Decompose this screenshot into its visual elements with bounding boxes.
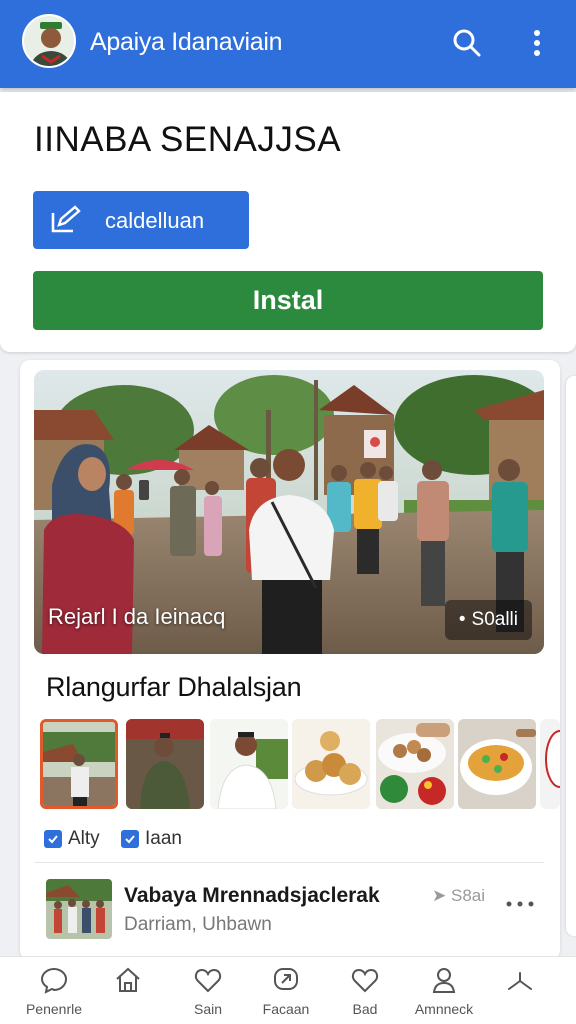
tag-item[interactable]: Alty — [44, 828, 100, 850]
thumbnail-partial[interactable] — [540, 719, 560, 809]
post-subtitle: Darriam, Uhbawn — [124, 914, 272, 935]
next-card-edge — [566, 376, 576, 936]
section-title: Rlangurfar Dhalalsjan — [46, 672, 302, 702]
nav-item-bad[interactable]: Bad — [325, 965, 405, 1023]
nav-item-chat[interactable]: Penenrle — [14, 965, 94, 1023]
thumbnail-man-white[interactable] — [210, 719, 288, 809]
post-thumbnail[interactable] — [46, 879, 112, 939]
share-arrow-icon: ➤ — [432, 886, 447, 905]
thumbnail-bread[interactable] — [292, 719, 370, 809]
thumbnail-man-shirt[interactable] — [126, 719, 204, 809]
hero-image[interactable]: Rejarl I da Ieinacq • S0alli — [34, 370, 544, 654]
app-title: Apaiya Idanaviain — [90, 28, 283, 56]
thumbnail-stir-fry[interactable] — [458, 719, 536, 809]
nav-item-amnneck[interactable]: Amnneck — [404, 965, 484, 1023]
nav-label: Amnneck — [414, 1001, 474, 1017]
edit-button-label: caldelluan — [105, 208, 205, 233]
nav-item-facaan[interactable]: Facaan — [246, 965, 326, 1023]
more-horiz-icon[interactable] — [503, 894, 537, 914]
post-title[interactable]: Vabaya Mrennadsjaclerak — [124, 884, 380, 908]
nav-label: Bad — [352, 1001, 378, 1017]
nav-item-home[interactable] — [88, 965, 168, 1023]
home-icon — [116, 967, 140, 992]
post-meta: ➤ S8ai — [432, 886, 485, 906]
bottom-nav: Penenrle Sain Facaan Bad Amnneck — [0, 956, 576, 1024]
heart-icon — [194, 968, 222, 993]
thumbnail-food-bowl[interactable] — [376, 719, 454, 809]
nav-label: Sain — [193, 1001, 223, 1017]
tag-item[interactable]: Iaan — [121, 828, 182, 850]
checkbox-icon — [121, 830, 139, 848]
divider — [34, 862, 544, 863]
hero-caption: Rejarl I da Ieinacq — [48, 604, 226, 629]
thumbnail-village[interactable] — [40, 719, 118, 809]
edit-button[interactable]: caldelluan — [33, 191, 249, 249]
tag-label: Iaan — [145, 828, 182, 849]
hero-badge-label: S0alli — [471, 609, 518, 630]
heart-icon — [351, 968, 379, 993]
thumbnail-strip — [40, 719, 560, 809]
app-bar: Apaiya Idanaviain — [0, 0, 576, 88]
chat-icon — [40, 967, 68, 994]
checkbox-icon — [44, 830, 62, 848]
share-icon — [508, 972, 532, 990]
search-icon[interactable] — [450, 26, 484, 60]
tag-label: Alty — [68, 828, 100, 849]
avatar[interactable] — [22, 14, 76, 68]
app-info-card: IINABA SENAJJSA caldelluan Instal — [0, 92, 576, 352]
install-button[interactable]: Instal — [33, 271, 543, 330]
app-name-heading: IINABA SENAJJSA — [34, 120, 342, 159]
nav-label: Penenrle — [25, 1001, 83, 1017]
nav-item-share[interactable] — [480, 965, 560, 1023]
more-vert-icon[interactable] — [520, 26, 554, 60]
edit-icon — [49, 205, 81, 240]
hero-badge[interactable]: • S0alli — [444, 600, 532, 640]
dot-icon: • — [458, 609, 466, 630]
post-meta-label: S8ai — [450, 886, 486, 905]
nav-item-sain[interactable]: Sain — [168, 965, 248, 1023]
person-icon — [432, 968, 456, 993]
message-icon — [274, 968, 298, 990]
nav-label: Facaan — [262, 1001, 310, 1017]
